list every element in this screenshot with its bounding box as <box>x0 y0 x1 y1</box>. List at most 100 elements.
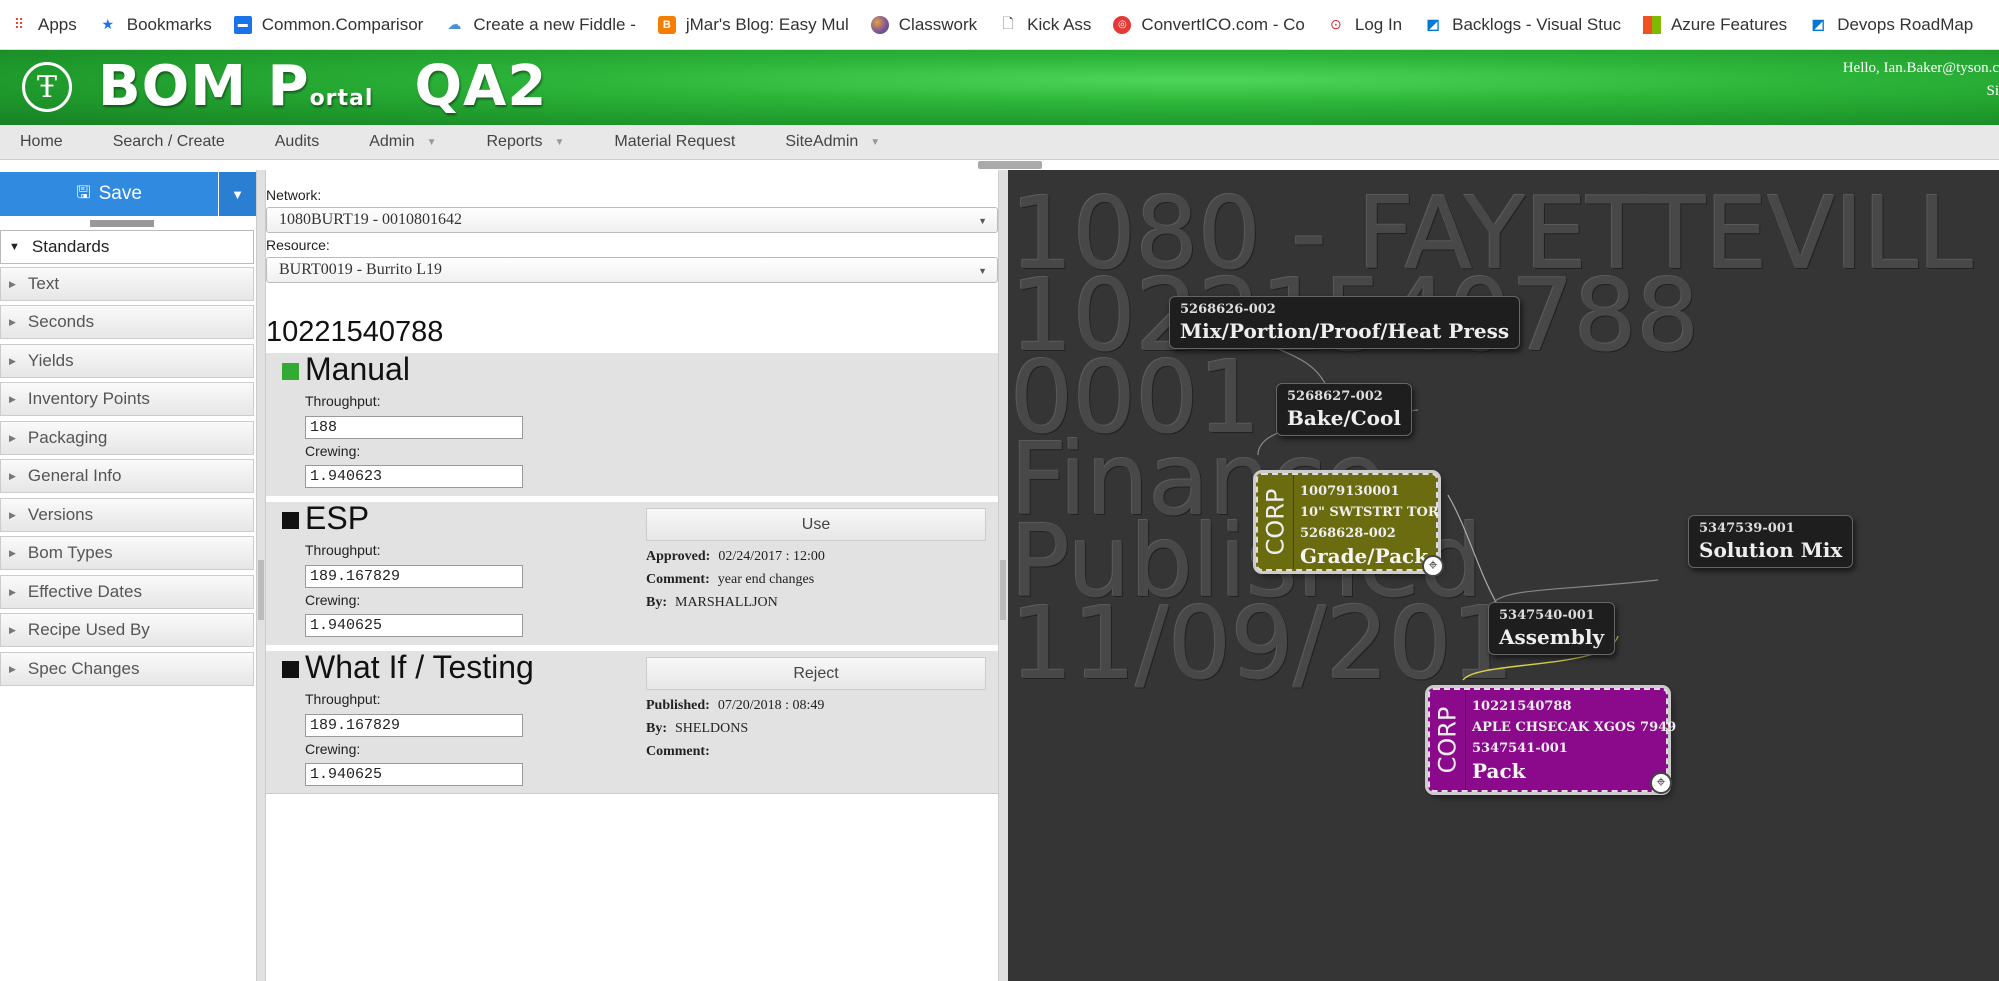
accordion-spec-changes[interactable]: ▶ Spec Changes <box>0 652 254 686</box>
material-node-pack[interactable]: CORP 10221540788 APLE CHSECAK XGOS 7949 … <box>1428 688 1676 794</box>
accordion-seconds[interactable]: ▶ Seconds <box>0 305 254 339</box>
use-button[interactable]: Use <box>646 508 986 541</box>
nav-admin[interactable]: Admin ▼ <box>369 133 436 151</box>
windows-icon <box>1642 15 1661 34</box>
sidebar-splitter[interactable] <box>256 170 266 981</box>
reject-button[interactable]: Reject <box>646 657 986 690</box>
caret-down-icon: ▼ <box>426 136 437 148</box>
tyson-logo[interactable]: Ŧ <box>22 62 72 112</box>
bookmark-classwork[interactable]: Classwork <box>870 15 977 35</box>
nav-search-create[interactable]: Search / Create <box>113 133 225 151</box>
op-node-mix[interactable]: 5268626-002 Mix/Portion/Proof/Heat Press <box>1169 296 1521 349</box>
splitter-grip[interactable] <box>258 560 264 620</box>
cloud-icon: ☁ <box>447 16 462 32</box>
crosshair-icon[interactable]: ⌖ <box>1650 772 1672 794</box>
whatif-throughput-input[interactable]: 189.167829 <box>305 714 523 737</box>
whatif-published: Published: 07/20/2018 : 08:49 <box>646 698 825 713</box>
esp-throughput-input[interactable]: 189.167829 <box>305 565 523 588</box>
material-node-grade-pack[interactable]: CORP 10079130001 10" SWTSTRT TOR 5268628… <box>1256 473 1444 577</box>
esp-by: By: MARSHALLJON <box>646 595 778 610</box>
bookmarks-bar: ⠿ Apps ★ Bookmarks ▬ Common.Comparisor ☁ Cre… <box>0 0 1999 50</box>
devops-icon: ◩ <box>1811 16 1825 32</box>
whatif-by: By: SHELDONS <box>646 721 749 736</box>
sign-out-link[interactable]: Si <box>1843 83 1999 100</box>
esp-crewing-input[interactable]: 1.940625 <box>305 614 523 637</box>
manual-crewing-input[interactable]: 1.940623 <box>305 465 523 488</box>
bookmark-apps[interactable]: ⠿ Apps <box>10 15 77 35</box>
nav-reports[interactable]: Reports ▼ <box>486 133 564 151</box>
bookmark-jmar-blog[interactable]: BjMar's Blog: Easy Mul <box>657 15 849 35</box>
manual-section: Manual Throughput: 188 Crewing: 1.940623 <box>266 351 998 496</box>
accordion-effective-dates[interactable]: ▶ Effective Dates <box>0 575 254 609</box>
bookmark-azure-features[interactable]: Azure Features <box>1642 15 1787 35</box>
globe-icon <box>870 15 889 34</box>
main-nav: Home Search / Create Audits Admin ▼ Repor… <box>0 125 1999 160</box>
esp-section: ESP Throughput: 189.167829 Crewing: 1.94… <box>266 500 998 645</box>
accordion-text[interactable]: ▶ Text <box>0 267 254 301</box>
bookmark-kick-ass[interactable]: 🗋 Kick Ass <box>999 14 1092 35</box>
bookmark-common-comparison[interactable]: ▬ Common.Comparisor <box>233 15 423 35</box>
accordion-bom-types[interactable]: ▶ Bom Types <box>0 536 254 570</box>
throughput-label: Throughput: <box>305 393 381 409</box>
nav-audits[interactable]: Audits <box>275 133 319 151</box>
crewing-label: Crewing: <box>305 443 361 459</box>
bookmark-fiddle[interactable]: ☁ Create a new Fiddle - <box>445 15 636 35</box>
crewing-label: Crewing: <box>305 741 361 757</box>
bookmark-bookmarks[interactable]: ★ Bookmarks <box>99 15 211 35</box>
save-button[interactable]: 🖫 Save <box>0 172 218 216</box>
op-node-bake[interactable]: 5268627-002 Bake/Cool <box>1276 383 1412 436</box>
accordion-inventory-points[interactable]: ▶ Inventory Points <box>0 382 254 416</box>
nav-siteadmin[interactable]: SiteAdmin ▼ <box>785 133 880 151</box>
triangle-right-icon: ▶ <box>9 316 16 327</box>
accordion-standards[interactable]: ▼ Standards <box>0 230 254 264</box>
crosshair-icon[interactable]: ⌖ <box>1422 555 1444 577</box>
triangle-down-icon: ▼ <box>9 241 20 253</box>
bookmark-log-in[interactable]: ⊙ Log In <box>1327 15 1402 35</box>
whatif-crewing-input[interactable]: 1.940625 <box>305 763 523 786</box>
caret-down-icon: ▼ <box>978 266 987 276</box>
accordion-recipe-used-by[interactable]: ▶ Recipe Used By <box>0 613 254 647</box>
target-icon: ⊙ <box>1329 16 1342 32</box>
bookmark-backlogs[interactable]: ◩ Backlogs - Visual Stuc <box>1424 15 1621 35</box>
triangle-right-icon: ▶ <box>9 393 16 404</box>
triangle-right-icon: ▶ <box>9 355 16 366</box>
triangle-right-icon: ▶ <box>9 432 16 443</box>
page-icon: 🗋 <box>1002 14 1014 31</box>
bookmark-convertico[interactable]: ◎ ConvertICO.com - Co <box>1113 15 1305 35</box>
triangle-right-icon: ▶ <box>9 586 16 597</box>
link-solution-assembly <box>1493 579 1659 603</box>
manual-throughput-input[interactable]: 188 <box>305 416 523 439</box>
resource-label: Resource: <box>266 237 330 253</box>
routing-diagram[interactable]: 1080 - FAYETTEVILL 10221540788 0001 Fina… <box>1008 170 1999 981</box>
op-node-assembly[interactable]: 5347540-001 Assembly <box>1488 602 1616 655</box>
section-title: What If / Testing <box>305 649 534 685</box>
crewing-label: Crewing: <box>305 592 361 608</box>
accordion-general-info[interactable]: ▶ General Info <box>0 459 254 493</box>
triangle-right-icon: ▶ <box>9 278 16 289</box>
accordion-packaging[interactable]: ▶ Packaging <box>0 421 254 455</box>
accordion-versions[interactable]: ▶ Versions <box>0 498 254 532</box>
save-dropdown-button[interactable]: ▼ <box>219 172 256 216</box>
triangle-right-icon: ▶ <box>9 547 16 558</box>
nav-home[interactable]: Home <box>20 133 63 151</box>
triangle-right-icon: ▶ <box>9 663 16 674</box>
accordion-yields[interactable]: ▶ Yields <box>0 344 254 378</box>
converter-icon: ◎ <box>1113 15 1132 34</box>
op-node-solution-mix[interactable]: 5347539-001 Solution Mix <box>1688 515 1854 568</box>
throughput-label: Throughput: <box>305 542 381 558</box>
network-select[interactable]: 1080BURT19 - 0010801642 ▼ <box>266 207 998 233</box>
caret-down-icon: ▼ <box>978 216 987 226</box>
splitter-grip[interactable] <box>1000 560 1006 620</box>
nav-material-request[interactable]: Material Request <box>614 133 735 151</box>
splitter-grip[interactable] <box>90 220 154 227</box>
network-label: Network: <box>266 187 322 203</box>
app-title: BOM Portal QA2 <box>98 54 548 119</box>
resource-select[interactable]: BURT0019 - Burrito L19 ▼ <box>266 257 998 283</box>
diagram-links <box>1257 344 1659 681</box>
caret-down-icon: ▼ <box>554 136 565 148</box>
bookmark-devops-roadmap[interactable]: ◩ Devops RoadMap <box>1809 15 1974 35</box>
user-greeting: Hello, Ian.Baker@tyson.c Si <box>1842 60 1999 100</box>
material-number: 10221540788 <box>266 316 444 348</box>
splitter-grip[interactable] <box>978 161 1042 169</box>
panel-splitter[interactable] <box>998 170 1008 981</box>
